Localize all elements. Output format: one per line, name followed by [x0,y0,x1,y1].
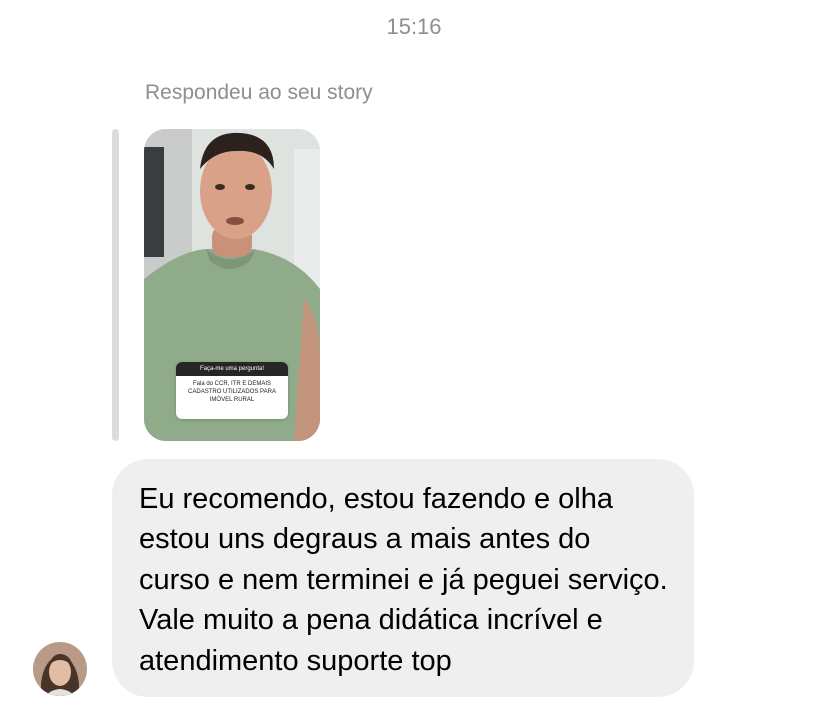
message-timestamp: 15:16 [386,14,442,39]
question-sticker-text: Fala do CCR, ITR E DEMAIS CADASTRO UTILI… [188,381,276,403]
avatar-photo [33,642,87,696]
story-preview[interactable]: Faça-me uma pergunta! Fala do CCR, ITR E… [144,129,320,441]
message-bubble[interactable]: Eu recomendo, estou fazendo e olha estou… [112,459,694,697]
message-text: Eu recomendo, estou fazendo e olha estou… [139,483,668,677]
sender-avatar[interactable] [33,642,87,696]
reply-quote-bar [112,129,119,441]
story-reply-label: Respondeu ao seu story [145,81,373,104]
question-sticker-header: Faça-me uma pergunta! [176,362,288,376]
story-question-sticker: Faça-me uma pergunta! Fala do CCR, ITR E… [176,362,288,419]
